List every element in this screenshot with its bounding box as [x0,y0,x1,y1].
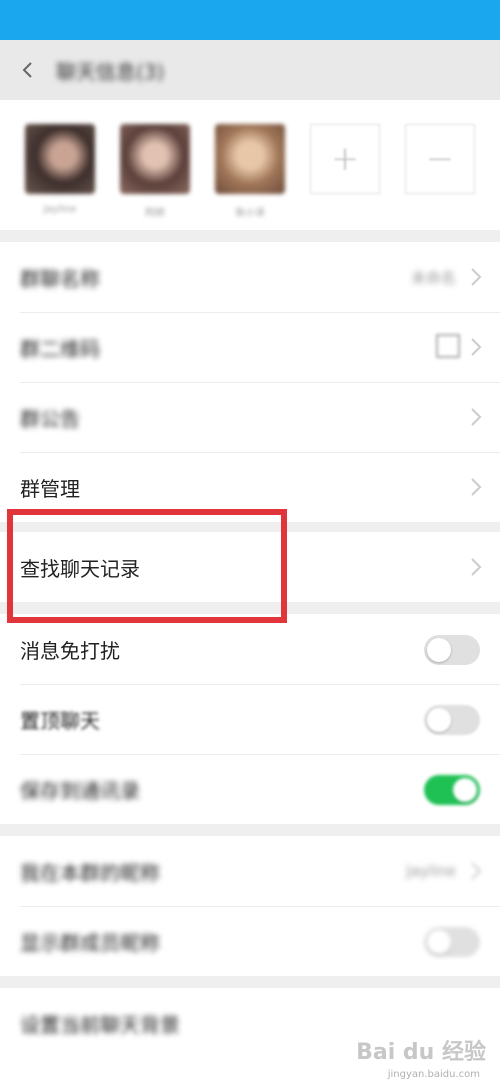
watermark-url: jingyan.baidu.com [387,1069,480,1080]
my-nickname-label: 我在本群的昵称 [20,860,160,885]
search-history-row[interactable]: 查找聊天记录 [0,532,500,602]
group-name-row[interactable]: 群聊名称 未命名 [0,242,500,312]
mute-row: 消息免打扰 [0,614,500,684]
page-title: 聊天信息(3) [56,59,165,84]
search-card: 查找聊天记录 [0,532,500,602]
save-contacts-label: 保存到通讯录 [20,778,140,803]
watermark-logo: Bai du 经验 [356,1040,486,1065]
pin-label: 置顶聊天 [20,708,100,733]
member-name: Jayline [43,204,77,215]
qr-code-icon [436,334,460,358]
group-manage-row[interactable]: 群管理 [0,452,500,522]
member-name: 张小泽 [235,208,265,219]
group-qr-row[interactable]: 群二维码 [0,312,500,382]
chevron-right-icon [471,862,482,880]
my-nickname-value: Jayline [406,862,456,880]
show-nickname-label: 显示群成员昵称 [20,930,160,955]
top-bar: 聊天信息(3) [0,40,500,100]
search-history-label: 查找聊天记录 [20,556,140,581]
group-notice-row[interactable]: 群公告 [0,382,500,452]
add-member-button[interactable]: + [310,124,380,194]
remove-member-button[interactable]: − [405,124,475,194]
save-contacts-row: 保存到通讯录 [0,754,500,824]
pin-row: 置顶聊天 [0,684,500,754]
avatar[interactable] [25,124,95,194]
group-info-card: 群聊名称 未命名 群二维码 群公告 群管理 [0,242,500,522]
avatar[interactable] [215,124,285,194]
avatar[interactable] [120,124,190,194]
chevron-right-icon [471,338,482,356]
group-manage-label: 群管理 [20,476,80,501]
more-card: 我在本群的昵称 Jayline 显示群成员昵称 [0,836,500,976]
chevron-right-icon [471,268,482,286]
show-nickname-toggle[interactable] [424,927,480,957]
mute-label: 消息免打扰 [20,638,120,663]
group-name-label: 群聊名称 [20,266,100,291]
chevron-right-icon [471,478,482,496]
chevron-right-icon [471,558,482,576]
pin-toggle[interactable] [424,705,480,735]
chevron-right-icon [471,408,482,426]
show-nickname-row: 显示群成员昵称 [0,906,500,976]
chevron-left-icon[interactable] [20,62,36,78]
mute-toggle[interactable] [424,635,480,665]
group-qr-label: 群二维码 [20,336,100,361]
group-notice-label: 群公告 [20,406,80,431]
chat-background-label: 设置当前聊天背景 [20,1012,180,1037]
settings-card: 消息免打扰 置顶聊天 保存到通讯录 [0,614,500,824]
my-nickname-row[interactable]: 我在本群的昵称 Jayline [0,836,500,906]
member-name: 阿娇 [145,208,165,219]
status-bar [0,0,500,40]
group-name-value: 未命名 [410,268,456,287]
member-grid: Jayline 阿娇 张小泽 + − [0,100,500,230]
save-contacts-toggle[interactable] [424,775,480,805]
